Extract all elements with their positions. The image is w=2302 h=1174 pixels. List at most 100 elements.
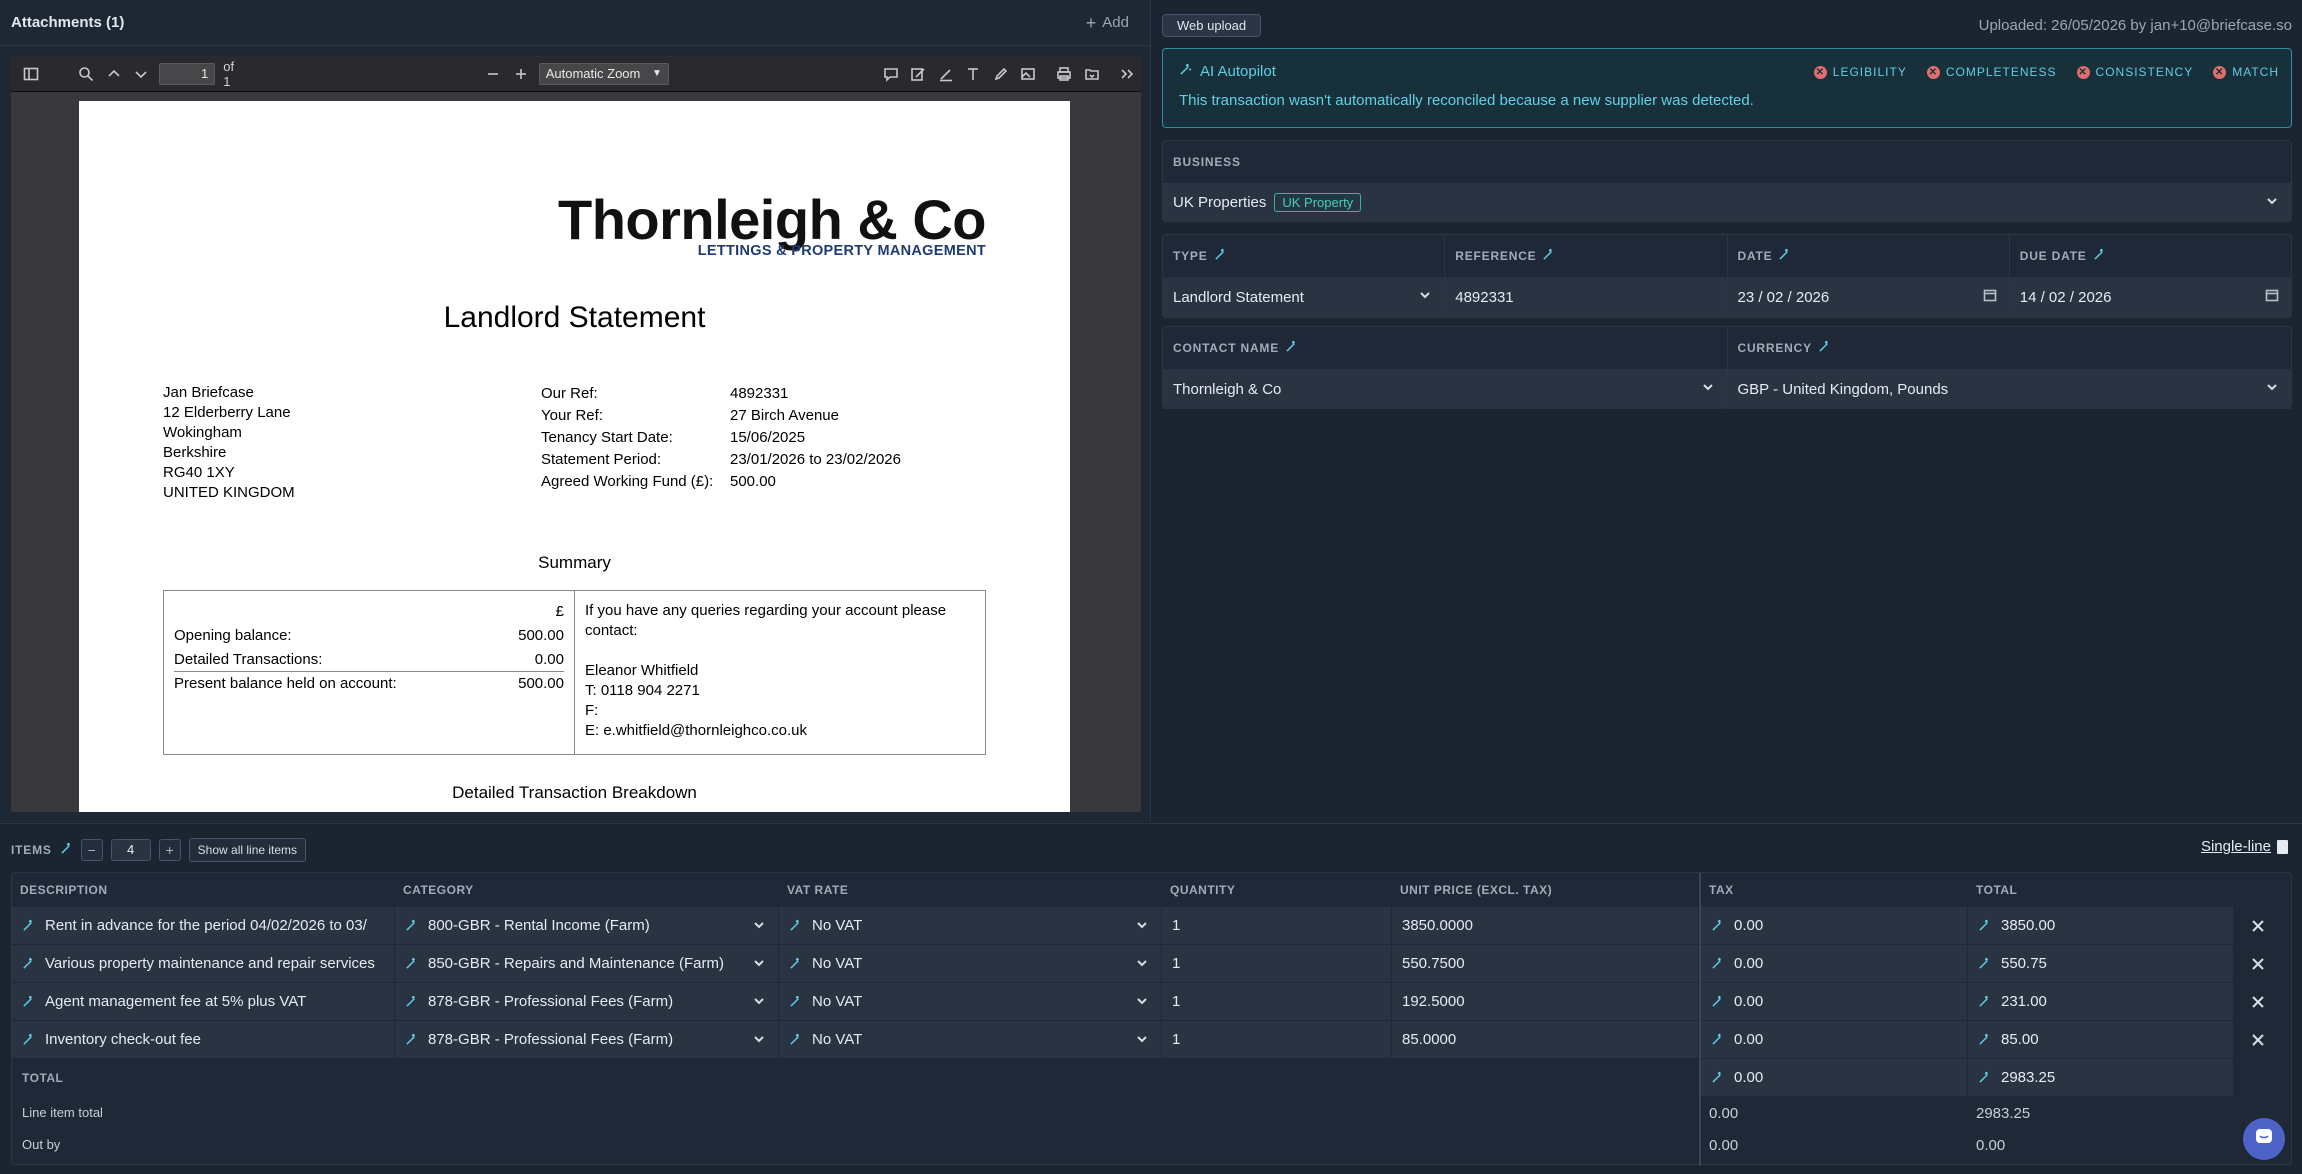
next-page-icon[interactable] (128, 60, 156, 88)
previous-page-icon[interactable] (100, 60, 128, 88)
tax-cell[interactable]: 0.00 (1701, 983, 1968, 1020)
total-cell[interactable]: 231.00 (1968, 983, 2234, 1020)
due-date-input[interactable]: 14 / 02 / 2026 (2009, 277, 2291, 317)
total-cell[interactable]: 3850.00 (1968, 907, 2234, 944)
tax-cell[interactable]: 0.00 (1701, 907, 1968, 944)
magic-wand-icon (22, 1033, 35, 1046)
add-attachment-button[interactable]: + Add (1086, 14, 1129, 32)
currency-select[interactable]: GBP - United Kingdom, Pounds (1727, 369, 2291, 409)
more-tools-icon[interactable] (1113, 60, 1141, 88)
chevron-down-icon (752, 956, 766, 974)
reference-value: 4892331 (730, 385, 789, 402)
zoom-select[interactable]: Automatic Zoom ▼ (538, 62, 669, 85)
contact-select[interactable]: Thornleigh & Co (1163, 369, 1727, 409)
attachments-header: Attachments (1) + Add (0, 0, 1151, 46)
address-line: UNITED KINGDOM (163, 484, 295, 501)
total-value: 231.00 (2001, 993, 2047, 1010)
save-icon[interactable] (1078, 60, 1106, 88)
text-icon[interactable] (960, 60, 988, 88)
unit-price-cell[interactable]: 3850.0000 (1392, 907, 1699, 944)
pdf-toolbar: of 1 Automatic Zoom ▼ (11, 56, 1141, 92)
total-cell[interactable]: 550.75 (1968, 945, 2234, 982)
calendar-icon[interactable] (1983, 288, 1997, 306)
address-line: Wokingham (163, 424, 242, 441)
magic-wand-icon (1778, 248, 1791, 264)
chevron-down-icon (2265, 380, 2279, 398)
quantity-cell[interactable]: 1 (1162, 983, 1392, 1020)
zoom-in-icon[interactable] (507, 60, 535, 88)
quantity-cell[interactable]: 1 (1162, 945, 1392, 982)
total-cell[interactable]: 85.00 (1968, 1021, 2234, 1058)
decrease-items-button[interactable]: − (80, 839, 103, 861)
chevron-down-icon (752, 994, 766, 1012)
category-cell[interactable]: 850-GBR - Repairs and Maintenance (Farm) (395, 945, 779, 982)
description-cell[interactable]: Rent in advance for the period 04/02/202… (12, 907, 395, 944)
unit-price-cell[interactable]: 85.0000 (1392, 1021, 1699, 1058)
category-cell[interactable]: 800-GBR - Rental Income (Farm) (395, 907, 779, 944)
draw-icon[interactable] (987, 60, 1015, 88)
vat-rate-cell[interactable]: No VAT (779, 1021, 1162, 1058)
category-cell[interactable]: 878-GBR - Professional Fees (Farm) (395, 1021, 779, 1058)
reference-row: Tenancy Start Date: 15/06/2025 (541, 427, 901, 449)
unit-price-cell[interactable]: 192.5000 (1392, 983, 1699, 1020)
summary-balances: £ Opening balance: 500.00 Detailed Transa… (164, 591, 575, 754)
highlight-icon[interactable] (932, 60, 960, 88)
delete-row-icon[interactable] (2240, 945, 2276, 982)
reference-row: Your Ref: 27 Birch Avenue (541, 405, 901, 427)
description-cell[interactable]: Inventory check-out fee (12, 1021, 395, 1058)
vat-rate-cell[interactable]: No VAT (779, 907, 1162, 944)
delete-row-icon[interactable] (2240, 1021, 2276, 1058)
show-all-line-items-button[interactable]: Show all line items (188, 838, 307, 862)
reference-input[interactable]: 4892331 (1445, 277, 1727, 317)
vat-rate-cell[interactable]: No VAT (779, 983, 1162, 1020)
due-date-field: DUE DATE 14 / 02 / 2026 (2009, 235, 2291, 317)
reference-row: Agreed Working Fund (£): 500.00 (541, 471, 901, 493)
quantity-cell[interactable]: 1 (1162, 907, 1392, 944)
items-count[interactable]: 4 (110, 839, 151, 861)
image-icon[interactable] (1015, 60, 1043, 88)
reference-value: 27 Birch Avenue (730, 407, 839, 424)
page-number-input[interactable] (159, 62, 216, 85)
description-cell[interactable]: Various property maintenance and repair … (12, 945, 395, 982)
magic-wand-icon (1711, 957, 1724, 970)
sidebar-toggle-icon[interactable] (17, 60, 45, 88)
quantity-value: 1 (1172, 955, 1181, 972)
single-line-toggle[interactable]: Single-line (2201, 838, 2288, 855)
delete-row-icon[interactable] (2240, 983, 2276, 1020)
description-cell[interactable]: Agent management fee at 5% plus VAT (12, 983, 395, 1020)
signature-icon[interactable] (904, 60, 932, 88)
upload-source-badge: Web upload (1162, 13, 1262, 37)
zoom-out-icon[interactable] (480, 60, 508, 88)
business-label: BUSINESS (1173, 155, 1241, 169)
contact-field: CONTACT NAME Thornleigh & Co (1163, 327, 1728, 409)
vat-rate-cell[interactable]: No VAT (779, 945, 1162, 982)
unit-price-cell[interactable]: 550.7500 (1392, 945, 1699, 982)
tax-cell[interactable]: 0.00 (1701, 1021, 1968, 1058)
chat-support-button[interactable] (2243, 1118, 2285, 1160)
tax-cell[interactable]: 0.00 (1701, 945, 1968, 982)
currency-label-text: CURRENCY (1737, 341, 1812, 355)
category-cell[interactable]: 878-GBR - Professional Fees (Farm) (395, 983, 779, 1020)
summary-row: Opening balance: 500.00 (174, 623, 564, 647)
contact-currency-fields: CONTACT NAME Thornleigh & Co CURRENCY GB… (1162, 326, 2292, 409)
magic-wand-icon (1285, 340, 1298, 356)
contact-line: Eleanor Whitfield (585, 662, 699, 679)
document-icon (2277, 839, 2288, 854)
calendar-icon[interactable] (2265, 288, 2279, 306)
search-icon[interactable] (73, 60, 101, 88)
due-date-value: 14 / 02 / 2026 (2019, 288, 2112, 306)
date-input[interactable]: 23 / 02 / 2026 (1727, 277, 2009, 317)
magic-wand-icon (405, 919, 418, 932)
address-line: Jan Briefcase (163, 384, 254, 401)
summary-value: 500.00 (518, 675, 564, 692)
delete-row-icon[interactable] (2240, 907, 2276, 944)
quantity-cell[interactable]: 1 (1162, 1021, 1392, 1058)
magic-wand-icon (789, 957, 802, 970)
comment-icon[interactable] (877, 60, 905, 88)
type-select[interactable]: Landlord Statement (1163, 277, 1445, 317)
category-value: 850-GBR - Repairs and Maintenance (Farm) (428, 955, 724, 972)
pdf-viewer[interactable]: of 1 Automatic Zoom ▼ Thornleigh & Co LE… (11, 56, 1141, 812)
increase-items-button[interactable]: + (158, 839, 181, 861)
print-icon[interactable] (1050, 60, 1078, 88)
business-select[interactable]: UK Properties UK Property (1163, 183, 2291, 221)
